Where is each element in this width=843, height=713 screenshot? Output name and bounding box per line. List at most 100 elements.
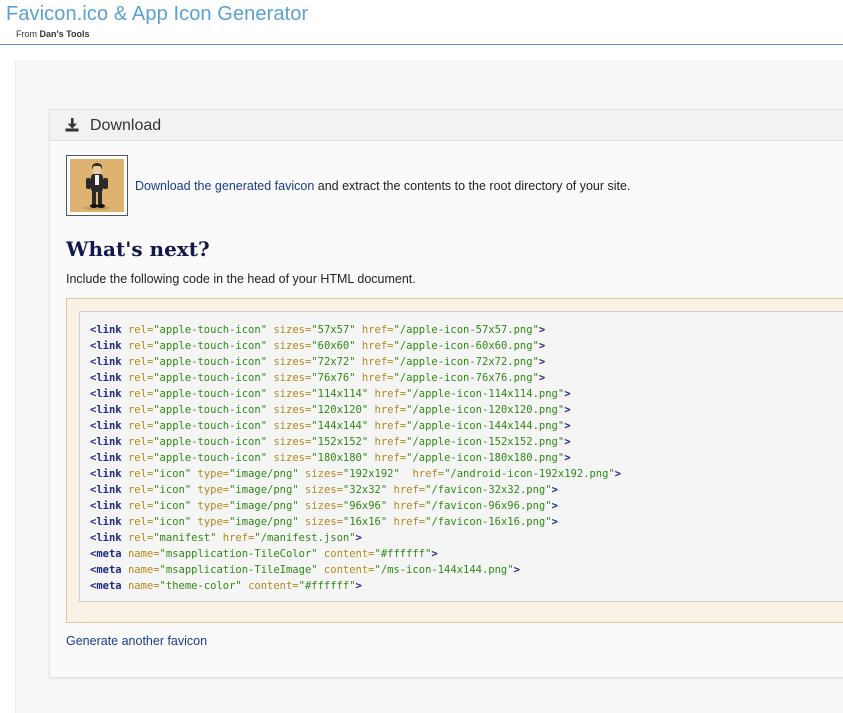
code-attr-value: "icon" xyxy=(153,468,192,480)
code-tag-close: > xyxy=(564,436,571,448)
code-attr-value: "/apple-icon-152x152.png" xyxy=(406,436,565,448)
code-attr-value: "apple-touch-icon" xyxy=(153,388,268,400)
code-tag-open: <meta xyxy=(90,564,122,576)
code-tag-close: > xyxy=(614,468,622,480)
site-header: Favicon.ico & App Icon Generator From Da… xyxy=(0,0,843,45)
code-line: <link rel="apple-touch-icon" sizes="120x… xyxy=(90,402,621,418)
code-line: <link rel="apple-touch-icon" sizes="60x6… xyxy=(90,338,621,354)
code-attr-value: "apple-touch-icon" xyxy=(153,404,268,416)
code-attr-value: "theme-color" xyxy=(159,580,242,592)
code-attr-name: rel= xyxy=(127,340,154,352)
code-attr-name: href= xyxy=(361,356,394,368)
site-title[interactable]: Favicon.ico & App Icon Generator xyxy=(6,3,308,26)
code-tag-open: <link xyxy=(90,356,122,368)
code-attr-name: type= xyxy=(197,500,230,512)
code-block[interactable]: <link rel="apple-touch-icon" sizes="57x5… xyxy=(79,311,843,602)
code-tag-close: > xyxy=(513,564,520,576)
code-attr-value: "apple-touch-icon" xyxy=(153,372,268,384)
code-tag-open: <link xyxy=(90,420,122,432)
code-tag-close: > xyxy=(564,420,571,432)
code-line: <link rel="apple-touch-icon" sizes="114x… xyxy=(90,386,621,402)
code-attr-value: "icon" xyxy=(153,484,192,496)
code-attr-name: href= xyxy=(393,516,426,528)
from-prefix: From xyxy=(16,29,40,39)
code-attr-value: "120x120" xyxy=(311,404,369,416)
code-attr-value: "/apple-icon-120x120.png" xyxy=(406,404,565,416)
code-attr-name: href= xyxy=(374,404,407,416)
code-tag-close: > xyxy=(564,452,571,464)
code-attr-value: "apple-touch-icon" xyxy=(153,356,268,368)
generate-another-link[interactable]: Generate another favicon xyxy=(66,634,207,648)
code-line: <link rel="icon" type="image/png" sizes=… xyxy=(90,514,621,530)
code-tag-close: > xyxy=(551,500,558,512)
code-attr-name: href= xyxy=(361,324,394,336)
download-favicon-link[interactable]: Download the generated favicon xyxy=(135,179,314,193)
code-attr-name: type= xyxy=(197,484,230,496)
from-link[interactable]: Dan's Tools xyxy=(40,29,90,39)
code-attr-name: href= xyxy=(374,452,407,464)
code-attr-value: "/apple-icon-180x180.png" xyxy=(406,452,565,464)
code-tag-close: > xyxy=(551,484,558,496)
code-attr-name: name= xyxy=(127,580,160,592)
code-attr-value: "76x76" xyxy=(311,372,356,384)
code-attr-name: rel= xyxy=(127,500,154,512)
code-attr-value: "32x32" xyxy=(342,484,388,496)
code-tag-open: <link xyxy=(90,452,122,464)
code-tag-open: <link xyxy=(90,468,122,480)
code-attr-name: type= xyxy=(197,516,230,528)
favicon-preview-image xyxy=(66,155,128,216)
code-attr-name: href= xyxy=(393,500,426,512)
code-line: <link rel="apple-touch-icon" sizes="144x… xyxy=(90,418,621,434)
code-attr-name: sizes= xyxy=(273,420,312,432)
code-attr-value: "114x114" xyxy=(311,388,369,400)
code-attr-value: "#ffffff" xyxy=(374,548,432,560)
code-line: <link rel="icon" type="image/png" sizes=… xyxy=(90,466,621,482)
code-attr-name: href= xyxy=(222,532,255,544)
code-attr-name: sizes= xyxy=(273,372,312,384)
code-attr-name: href= xyxy=(374,388,407,400)
code-attr-value: "/apple-icon-72x72.png" xyxy=(393,356,539,368)
code-tag-close: > xyxy=(564,404,571,416)
download-instruction-text: and extract the contents to the root dir… xyxy=(314,179,631,193)
whats-next-heading: What's next? xyxy=(66,237,210,261)
code-attr-name: rel= xyxy=(127,484,154,496)
code-attr-name: sizes= xyxy=(273,324,312,336)
code-attr-value: "msapplication-TileColor" xyxy=(159,548,318,560)
code-attr-name: rel= xyxy=(127,404,154,416)
code-attr-name: content= xyxy=(323,564,375,576)
code-tag-open: <link xyxy=(90,436,122,448)
code-attr-value: "72x72" xyxy=(311,356,356,368)
code-tag-close: > xyxy=(538,340,546,352)
code-attr-value: "57x57" xyxy=(311,324,356,336)
code-attr-value: "apple-touch-icon" xyxy=(153,420,268,432)
code-attr-name: rel= xyxy=(127,372,154,384)
code-attr-value: "192x192" xyxy=(342,468,400,480)
code-attr-name: href= xyxy=(361,340,394,352)
code-line: <link rel="apple-touch-icon" sizes="152x… xyxy=(90,434,621,450)
include-instruction: Include the following code in the head o… xyxy=(66,272,416,286)
code-attr-value: "icon" xyxy=(153,516,192,528)
code-line: <meta name="theme-color" content="#fffff… xyxy=(90,578,621,594)
code-attr-name: rel= xyxy=(127,356,154,368)
code-attr-value: "60x60" xyxy=(311,340,356,352)
code-attr-name: type= xyxy=(197,468,230,480)
code-attr-value: "image/png" xyxy=(229,468,299,480)
code-attr-value: "16x16" xyxy=(342,516,388,528)
code-attr-name: href= xyxy=(374,436,407,448)
code-snippet[interactable]: <link rel="apple-touch-icon" sizes="57x5… xyxy=(90,322,621,594)
code-line: <link rel="icon" type="image/png" sizes=… xyxy=(90,498,621,514)
code-attr-name: rel= xyxy=(127,452,154,464)
site-subtitle: From Dan's Tools xyxy=(16,29,89,39)
code-attr-name: rel= xyxy=(127,532,154,544)
code-attr-name: href= xyxy=(412,468,445,480)
code-tag-close: > xyxy=(538,324,546,336)
code-attr-name: rel= xyxy=(127,468,154,480)
code-attr-value: "/manifest.json" xyxy=(254,532,356,544)
code-line: <meta name="msapplication-TileColor" con… xyxy=(90,546,621,562)
code-attr-name: rel= xyxy=(127,516,154,528)
code-attr-name: sizes= xyxy=(273,436,312,448)
code-attr-name: sizes= xyxy=(304,500,343,512)
code-line: <link rel="apple-touch-icon" sizes="57x5… xyxy=(90,322,621,338)
code-attr-name: rel= xyxy=(127,436,154,448)
code-tag-open: <link xyxy=(90,404,122,416)
